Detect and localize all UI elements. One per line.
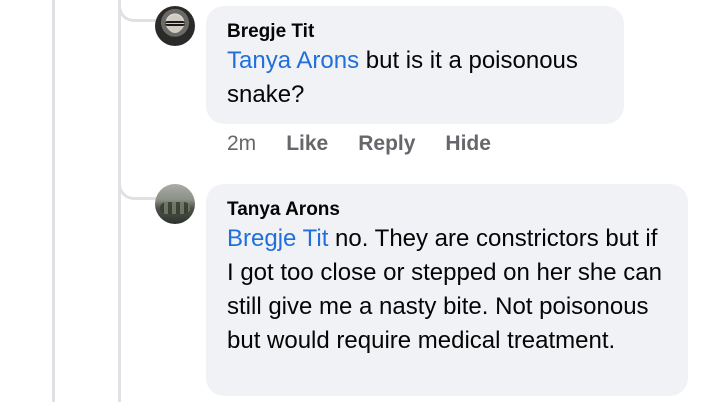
comment-bubble: Bregje Tit Tanya Arons but is it a poiso… xyxy=(206,6,624,124)
comment-author[interactable]: Tanya Arons xyxy=(227,198,666,222)
comment-actions: 2m Like Reply Hide xyxy=(227,132,521,156)
avatar-glasses xyxy=(165,21,185,26)
mention-link[interactable]: Bregje Tit xyxy=(227,225,328,252)
thread-line xyxy=(118,0,121,402)
reply-button[interactable]: Reply xyxy=(358,132,415,156)
avatar[interactable] xyxy=(155,6,195,46)
thread-connector xyxy=(118,178,156,200)
comment-bubble: Tanya Arons Bregje Tit no. They are cons… xyxy=(206,184,688,396)
comment-timestamp[interactable]: 2m xyxy=(227,132,256,156)
thread-line xyxy=(52,0,55,402)
avatar-snake xyxy=(160,202,190,214)
comment-text: Bregje Tit no. They are constrictors but… xyxy=(227,222,666,358)
mention-link[interactable]: Tanya Arons xyxy=(227,47,359,74)
avatar[interactable] xyxy=(155,184,195,224)
thread-connector xyxy=(118,0,156,22)
hide-button[interactable]: Hide xyxy=(445,132,491,156)
comment-author[interactable]: Bregje Tit xyxy=(227,20,602,44)
comment-text: Tanya Arons but is it a poisonous snake? xyxy=(227,44,602,112)
comment-thread: Bregje Tit Tanya Arons but is it a poiso… xyxy=(0,0,720,402)
like-button[interactable]: Like xyxy=(286,132,328,156)
